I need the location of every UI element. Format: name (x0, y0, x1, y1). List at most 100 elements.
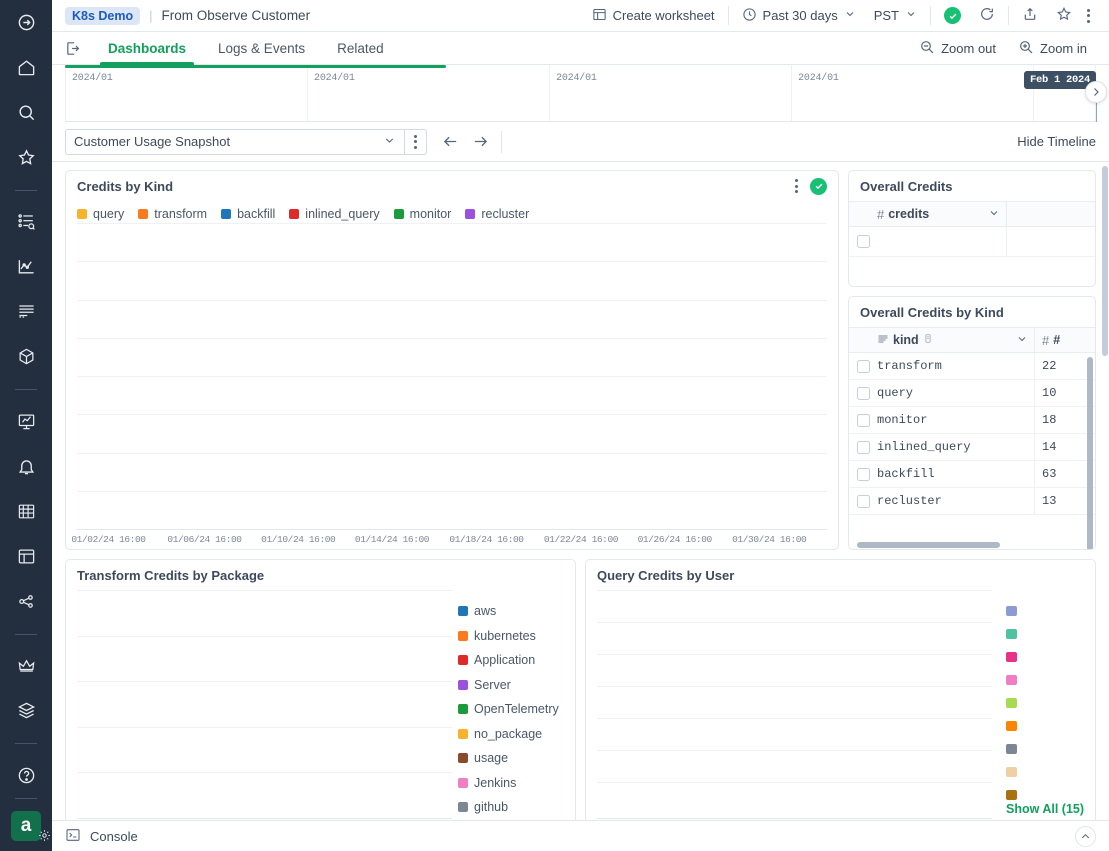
legend-item[interactable]: usage (458, 751, 564, 765)
more-options-button[interactable] (1081, 8, 1096, 23)
favorites-star-icon[interactable] (9, 143, 43, 172)
timeline-selection-bar[interactable] (65, 65, 447, 68)
legend-color-swatch[interactable] (1006, 629, 1017, 639)
explore-icon[interactable] (9, 208, 43, 237)
legend-color-swatch[interactable] (1006, 744, 1017, 754)
legend-color-swatch[interactable] (1006, 721, 1017, 731)
metrics-chart-icon[interactable] (9, 252, 43, 281)
table-row[interactable]: inlined_query 14 (849, 433, 1095, 461)
create-worksheet-button[interactable]: Create worksheet (583, 5, 724, 27)
table-row[interactable]: monitor 18 (849, 406, 1095, 434)
console-bar[interactable]: Console (52, 820, 1109, 851)
legend-color-swatch[interactable] (1006, 790, 1017, 800)
monitors-crown-icon[interactable] (9, 652, 43, 681)
plot-query-credits[interactable]: 01/02/24 16:0001/11/24 16:0001/20/24 16:… (597, 590, 992, 820)
legend-item[interactable]: OpenTelemetry (458, 702, 564, 716)
alerts-bell-icon[interactable] (9, 452, 43, 481)
legend-item[interactable]: backfill (221, 207, 275, 221)
logs-icon[interactable] (9, 297, 43, 326)
legend-item[interactable]: monitor (393, 207, 452, 221)
table-row[interactable]: transform 22 (849, 352, 1095, 380)
scrollbar-thumb[interactable] (857, 542, 1000, 548)
table-horizontal-scrollbar[interactable] (849, 541, 1095, 549)
row-checkbox[interactable] (856, 413, 870, 427)
legend-item[interactable]: query (77, 207, 124, 221)
timeline-next-handle[interactable] (1085, 81, 1107, 103)
table-row[interactable]: recluster 13 (849, 487, 1095, 515)
legend-color-swatch[interactable] (1006, 606, 1017, 616)
home-icon[interactable] (9, 53, 43, 82)
table-row[interactable] (849, 226, 1095, 257)
legend-color-swatch[interactable] (1006, 652, 1017, 662)
chevron-down-icon[interactable] (1016, 333, 1034, 348)
table-vertical-scrollbar[interactable] (1087, 357, 1093, 549)
zoom-in-button[interactable]: Zoom in (1009, 37, 1096, 59)
timezone-picker[interactable]: PST (865, 5, 926, 27)
query-status-badge[interactable] (935, 5, 970, 27)
row-checkbox[interactable] (856, 494, 870, 508)
page-scrollbar[interactable] (1102, 166, 1108, 356)
legend-item[interactable]: Jenkins (458, 776, 564, 790)
row-checkbox[interactable] (856, 386, 870, 400)
tab-related[interactable]: Related (321, 32, 400, 64)
legend-item[interactable]: github (458, 800, 564, 814)
legend-item[interactable]: transform (138, 207, 207, 221)
refresh-button[interactable] (970, 5, 1004, 27)
zoom-out-button[interactable]: Zoom out (910, 37, 1005, 59)
tab-dashboards[interactable]: Dashboards (92, 32, 202, 65)
hide-timeline-button[interactable]: Hide Timeline (1017, 134, 1096, 149)
plot-wrapper: 01/02/24 16:00 01/06/24 16:00 01/10/24 16:… (66, 223, 838, 549)
favorite-button[interactable] (1047, 5, 1081, 27)
observe-logo[interactable]: a (11, 811, 50, 841)
dashboards-board-icon[interactable] (9, 407, 43, 436)
search-icon[interactable] (9, 98, 43, 127)
legend-item[interactable]: Application (458, 653, 564, 667)
open-in-new-icon[interactable] (65, 32, 92, 64)
chevron-down-icon[interactable] (988, 207, 1006, 222)
graph-share-icon[interactable] (9, 587, 43, 616)
legend-item[interactable]: recluster (465, 207, 529, 221)
settings-gear-icon[interactable] (38, 826, 51, 848)
tab-logs-events[interactable]: Logs & Events (202, 32, 321, 64)
plot-transform-credits[interactable]: 01/02/24 16:0001/11/24 16:0001/20/24 16:… (77, 590, 452, 820)
console-expand-button[interactable] (1075, 825, 1096, 847)
timeline-ruler[interactable]: 2024/01 2024/01 2024/01 2024/01 Feb 1 20… (65, 65, 1107, 122)
legend-color-swatch[interactable] (1006, 767, 1017, 777)
card-menu-button[interactable] (789, 179, 804, 193)
plot-credits-by-kind[interactable]: 01/02/24 16:00 01/06/24 16:00 01/10/24 16:… (71, 223, 827, 547)
legend-color-swatch[interactable] (1006, 698, 1017, 708)
snapshot-menu-button[interactable] (405, 128, 427, 155)
snapshot-select[interactable]: Customer Usage Snapshot (65, 128, 405, 155)
legend-item[interactable]: inlined_query (289, 207, 380, 221)
row-checkbox[interactable] (856, 467, 870, 481)
legend-color-swatch[interactable] (1006, 675, 1017, 685)
legend-label: monitor (409, 207, 452, 221)
row-checkbox[interactable] (856, 440, 870, 454)
snapshot-forward-button[interactable] (465, 129, 495, 155)
snapshot-back-button[interactable] (435, 129, 465, 155)
column-credits[interactable]: # credits (877, 201, 1007, 227)
legend-item[interactable]: aws (458, 604, 564, 618)
row-checkbox[interactable] (856, 235, 870, 248)
time-range-picker[interactable]: Past 30 days (733, 5, 865, 27)
breadcrumb-title[interactable]: From Observe Customer (162, 8, 311, 23)
query-show-all-link[interactable]: Show All (15) (992, 802, 1084, 816)
share-button[interactable] (1013, 5, 1047, 27)
workspace-pill[interactable]: K8s Demo (65, 6, 141, 25)
legend-item[interactable]: no_package (458, 727, 564, 741)
legend-item[interactable]: Server (458, 678, 564, 692)
datastreams-layers-icon[interactable] (9, 696, 43, 725)
column-kind[interactable]: kind (877, 327, 1035, 353)
resources-cube-icon[interactable] (9, 342, 43, 371)
card-status-icon[interactable] (810, 177, 827, 195)
collapse-nav-icon[interactable] (9, 8, 43, 37)
worksheets-panel-icon[interactable] (9, 542, 43, 571)
legend-item[interactable]: kubernetes (458, 629, 564, 643)
datasets-grid-icon[interactable] (9, 497, 43, 526)
table-row[interactable]: backfill 63 (849, 460, 1095, 488)
table-row[interactable]: query 10 (849, 379, 1095, 407)
bars-container (77, 590, 452, 818)
row-checkbox[interactable] (856, 359, 870, 373)
help-question-icon[interactable] (9, 761, 43, 790)
column-credits[interactable]: # # (1035, 333, 1095, 348)
